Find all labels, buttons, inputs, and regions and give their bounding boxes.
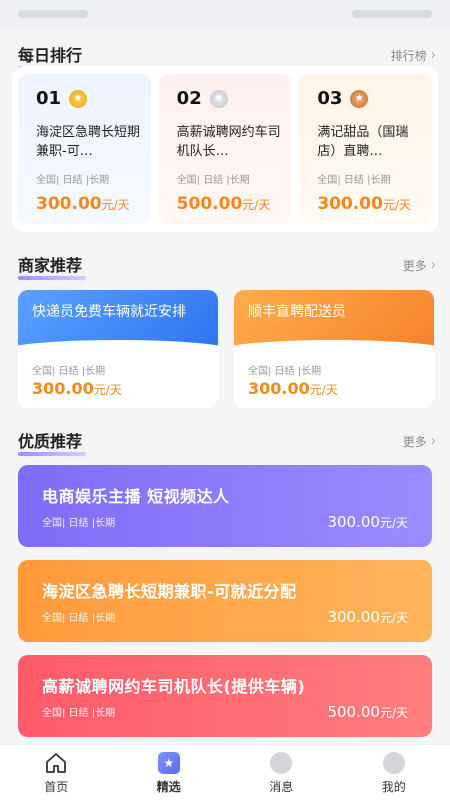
tab-label: 精选	[156, 779, 181, 794]
price-value: 500.00	[176, 194, 243, 214]
rank-card-2[interactable]: 02 ★ 高薪诚聘网约车司机队长… 全国| 日结 |长期 500.00元/天	[158, 74, 292, 224]
rank-number: 02	[176, 88, 202, 109]
rank-list-link[interactable]: 排行榜 ›	[391, 47, 436, 64]
quality-header: 优质推荐 更多 ›	[18, 428, 436, 456]
quality-job-price: 300.00元/天	[327, 513, 408, 531]
quality-card-1[interactable]: 电商娱乐主播 短视频达人 全国| 日结 |长期 300.00元/天	[18, 465, 432, 547]
rank-number: 03	[317, 88, 343, 109]
price-unit: 元/天	[101, 198, 130, 212]
daily-rank-list: 01 ★ 海淀区急聘长短期兼职-可… 全国| 日结 |长期 300.00元/天 …	[12, 66, 438, 232]
tab-label: 我的	[381, 779, 406, 794]
price-unit: 元/天	[382, 198, 411, 212]
price-value: 300.00	[327, 608, 380, 626]
more-label: 更多	[402, 434, 427, 449]
status-bar	[0, 0, 450, 28]
tab-label: 首页	[44, 779, 69, 794]
quality-job-title: 高薪诚聘网约车司机队长(提供车辆)	[42, 677, 306, 696]
chevron-right-icon: ›	[430, 433, 436, 449]
chevron-right-icon: ›	[430, 257, 436, 273]
daily-rank-title: 每日排行	[18, 42, 87, 70]
price-unit: 元/天	[379, 516, 408, 530]
merchant-job-title: 顺丰直聘配送员	[234, 290, 434, 364]
star-icon: ★	[157, 751, 181, 775]
merchant-header: 商家推荐 更多 ›	[18, 252, 436, 280]
price-unit: 元/天	[379, 706, 408, 720]
tab-home[interactable]: 首页	[0, 745, 113, 800]
merchant-job-price: 300.00元/天	[234, 377, 434, 398]
chevron-right-icon: ›	[430, 47, 436, 63]
user-icon	[382, 751, 406, 775]
tab-label: 消息	[269, 779, 294, 794]
bronze-medal-icon: ★	[350, 89, 369, 108]
daily-rank-header: 每日排行 排行榜 ›	[18, 42, 436, 70]
rank-job-title: 海淀区急聘长短期兼职-可…	[36, 125, 141, 159]
rank-number-row: 02 ★	[177, 88, 282, 109]
merchant-card-1[interactable]: 快递员免费车辆就近安排 全国| 日结 |长期 300.00元/天	[18, 290, 218, 408]
rank-job-tags: 全国| 日结 |长期	[317, 175, 391, 186]
rank-number-row: 01 ★	[36, 88, 141, 109]
rank-job-title: 高薪诚聘网约车司机队长…	[176, 125, 281, 159]
price-value: 500.00	[327, 703, 380, 721]
price-unit: 元/天	[379, 611, 408, 625]
tab-featured[interactable]: ★ 精选	[113, 745, 226, 800]
price-unit: 元/天	[242, 198, 271, 212]
quality-more-link[interactable]: 更多 ›	[403, 433, 436, 450]
rank-card-3[interactable]: 03 ★ 满记甜品（国瑞店）直聘… 全国| 日结 |长期 300.00元/天	[299, 74, 433, 224]
merchant-title: 商家推荐	[18, 252, 87, 280]
quality-job-price: 300.00元/天	[327, 608, 408, 626]
merchant-card-2[interactable]: 顺丰直聘配送员 全国| 日结 |长期 300.00元/天	[234, 290, 434, 408]
quality-job-tags: 全国| 日结 |长期	[42, 613, 116, 624]
quality-job-title: 电商娱乐主播 短视频达人	[42, 487, 230, 506]
rank-card-1[interactable]: 01 ★ 海淀区急聘长短期兼职-可… 全国| 日结 |长期 300.00元/天	[18, 74, 151, 224]
rank-job-price: 300.00元/天	[317, 194, 422, 214]
rank-job-tags: 全国| 日结 |长期	[176, 175, 250, 186]
price-value: 300.00	[36, 194, 102, 214]
rank-job-title: 满记甜品（国瑞店）直聘…	[317, 125, 409, 159]
home-icon	[44, 751, 68, 775]
price-value: 300.00	[317, 194, 383, 214]
quality-job-price: 500.00元/天	[327, 703, 408, 721]
price-unit: 元/天	[309, 383, 338, 397]
price-unit: 元/天	[93, 383, 122, 397]
rank-list-label: 排行榜	[390, 48, 427, 63]
merchant-more-link[interactable]: 更多 ›	[403, 257, 436, 274]
merchant-job-price: 300.00元/天	[18, 377, 218, 398]
merchant-list: 快递员免费车辆就近安排 全国| 日结 |长期 300.00元/天 顺丰直聘配送员…	[18, 290, 434, 408]
bottom-tab-bar: 首页 ★ 精选 消息 我的	[0, 744, 450, 800]
tab-messages[interactable]: 消息	[225, 745, 338, 800]
price-value: 300.00	[327, 513, 380, 531]
quality-job-title: 海淀区急聘长短期兼职-可就近分配	[42, 582, 297, 601]
quality-job-tags: 全国| 日结 |长期	[42, 708, 116, 719]
rank-number: 01	[36, 88, 62, 109]
quality-title: 优质推荐	[18, 428, 87, 456]
quality-card-2[interactable]: 海淀区急聘长短期兼职-可就近分配 全国| 日结 |长期 300.00元/天	[18, 560, 432, 642]
tab-mine[interactable]: 我的	[338, 745, 450, 800]
rank-number-row: 03 ★	[317, 88, 422, 109]
silver-medal-icon: ★	[209, 89, 228, 108]
quality-card-3[interactable]: 高薪诚聘网约车司机队长(提供车辆) 全国| 日结 |长期 500.00元/天	[18, 655, 432, 737]
status-bar-right	[352, 10, 432, 18]
price-value: 300.00	[248, 379, 310, 398]
status-bar-left	[18, 10, 88, 18]
rank-job-price: 300.00元/天	[36, 194, 141, 214]
rank-job-price: 500.00元/天	[177, 194, 282, 214]
merchant-job-title: 快递员免费车辆就近安排	[18, 290, 218, 364]
message-icon	[269, 751, 293, 775]
quality-job-tags: 全国| 日结 |长期	[42, 518, 116, 529]
gold-medal-icon: ★	[69, 89, 88, 108]
price-value: 300.00	[32, 379, 94, 398]
more-label: 更多	[402, 258, 427, 273]
rank-job-tags: 全国| 日结 |长期	[36, 175, 110, 186]
